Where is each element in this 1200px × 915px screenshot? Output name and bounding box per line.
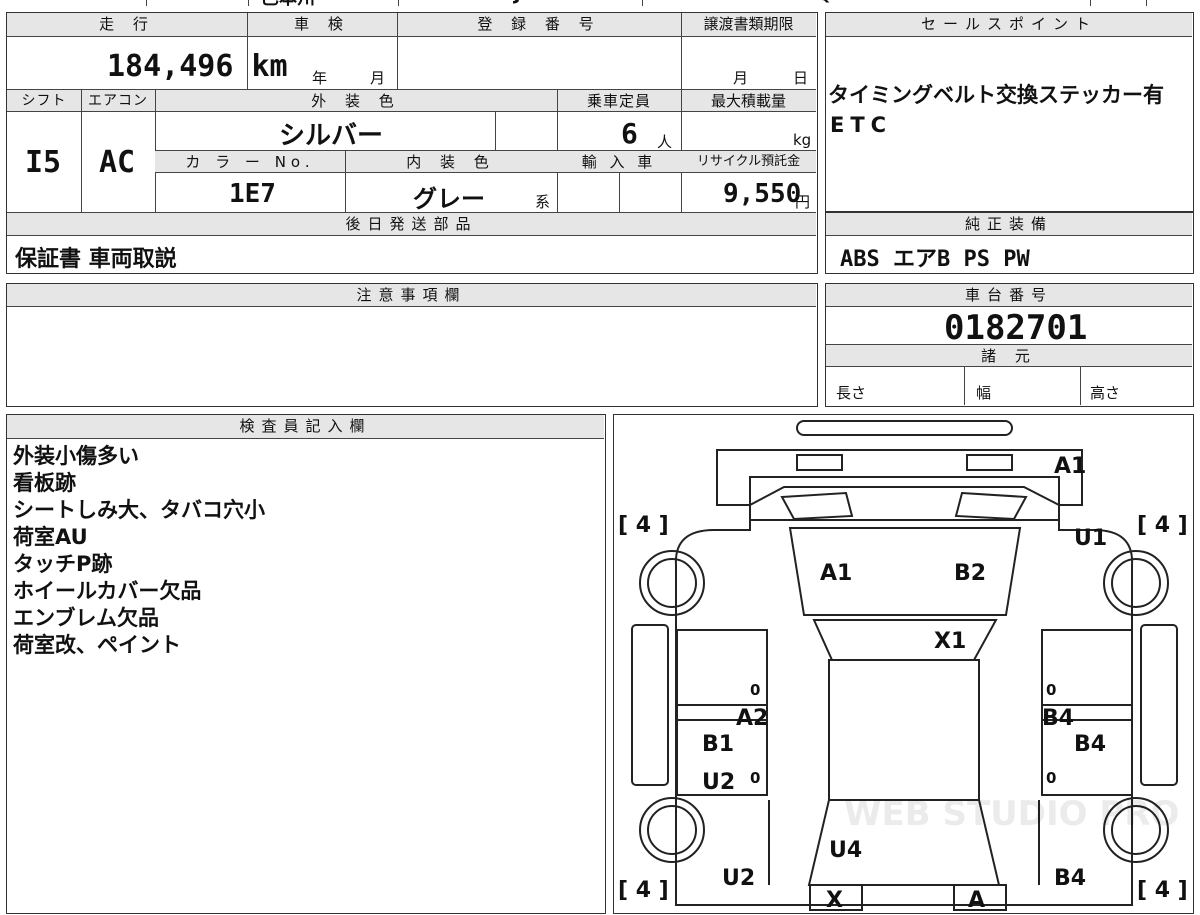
tire-mark: [ 4 ] [618, 513, 669, 538]
interior-color-suffix: 系 [535, 193, 551, 211]
color-no-value: 1E7 [229, 179, 276, 209]
damage-code: X [826, 888, 843, 913]
inspector-note: シートしみ大、タバコ穴小 [13, 498, 265, 522]
notice-header: 注意事項欄 [7, 284, 816, 307]
genuine-equipment-header: 純正装備 [826, 213, 1192, 236]
inspector-box: 検査員記入欄 外装小傷多い 看板跡 シートしみ大、タバコ穴小 荷室AU タッチP… [6, 414, 606, 914]
chassis-number: 0182701 [944, 308, 1088, 348]
recycle-header: リサイクル預託金 [681, 151, 816, 173]
mileage-header: 走 行 [7, 13, 247, 37]
ac-header: エアコン [81, 90, 155, 112]
registration-header: 登 録 番 号 [397, 13, 681, 37]
shift-value: I5 [25, 145, 62, 180]
deadline-month: 月 [733, 69, 749, 87]
spec-height-label: 高さ [1090, 384, 1121, 402]
damage-code: X1 [934, 629, 966, 654]
inspector-note: エンブレム欠品 [13, 606, 159, 630]
spec-width-label: 幅 [976, 384, 992, 402]
watermark: WEB STUDIO PRO [844, 794, 1179, 834]
sales-point-line: タイミングベルト交換ステッカー有 [828, 83, 1164, 107]
vehicle-diagram: [ 4 ] [ 4 ] [ 4 ] [ 4 ] A1 U1 A1 B2 X1 A… [618, 420, 1188, 913]
shaken-month: 月 [370, 69, 386, 87]
deadline-header: 譲渡書類期限 [681, 13, 816, 37]
damage-code: B1 [702, 732, 734, 757]
inspector-note: ホイールカバー欠品 [13, 579, 202, 603]
load-unit: kg [793, 131, 812, 149]
sales-points-box: セールスポイント タイミングベルト交換ステッカー有 ETC [825, 12, 1194, 212]
inspector-note: 外装小傷多い [13, 444, 139, 468]
inspector-note: 荷室AU [13, 525, 88, 549]
damage-code: A1 [820, 561, 852, 586]
damage-code: A2 [736, 706, 768, 731]
damage-code: B4 [1054, 866, 1086, 891]
top-fragment-2: J [514, 0, 521, 5]
zero-mark: 0 [750, 769, 760, 787]
recycle-value: 9,550 [723, 179, 802, 209]
inspector-header: 検査員記入欄 [7, 415, 604, 439]
damage-diagram-box: [ 4 ] [ 4 ] [ 4 ] [ 4 ] A1 U1 A1 B2 X1 A… [613, 414, 1194, 914]
load-header: 最大積載量 [681, 90, 816, 112]
top-fragment-1: 巴本州 [261, 0, 315, 10]
damage-code: B2 [954, 561, 986, 586]
shaken-year: 年 [312, 69, 328, 87]
exterior-color-header: 外 装 色 [155, 90, 557, 112]
sales-point-line: ETC [830, 113, 893, 137]
chassis-header: 車台番号 [826, 284, 1192, 307]
damage-code: B4 [1042, 706, 1074, 731]
damage-code: A [968, 888, 985, 913]
spec-length-label: 長さ [836, 384, 867, 402]
zero-mark: 0 [1046, 769, 1056, 787]
capacity-header: 乗車定員 [557, 90, 681, 112]
capacity-value: 6 [621, 117, 638, 150]
ac-value: AC [99, 145, 136, 180]
chassis-box: 車台番号 0182701 諸 元 長さ 幅 高さ [825, 283, 1194, 407]
damage-code: B4 [1074, 732, 1106, 757]
damage-code: U4 [829, 838, 862, 863]
shift-header: シフト [7, 90, 81, 112]
zero-mark: 0 [750, 681, 760, 699]
tire-mark: [ 4 ] [1137, 878, 1188, 903]
inspector-note: 看板跡 [13, 471, 76, 495]
exterior-color-value: シルバー [279, 121, 384, 151]
genuine-equipment-box: 純正装備 ABS エアB PS PW [825, 212, 1194, 274]
import-header: 輸 入 車 [557, 151, 681, 173]
tire-mark: [ 4 ] [618, 878, 669, 903]
damage-code: U1 [1074, 526, 1107, 551]
shaken-header: 車 検 [247, 13, 397, 37]
mileage-unit: km [251, 49, 288, 84]
capacity-unit: 人 [657, 133, 673, 151]
color-no-header: カ ラ ー No. [155, 151, 345, 173]
zero-mark: 0 [1046, 681, 1056, 699]
vehicle-info-table: 走 行 車 検 登 録 番 号 譲渡書類期限 184,496 km 年 月 月 … [6, 12, 818, 274]
notice-box: 注意事項欄 [6, 283, 818, 407]
mileage-value: 184,496 [107, 49, 234, 84]
genuine-equipment-value: ABS エアB PS PW [840, 247, 1030, 272]
inspector-note: 荷室改、ペイント [13, 633, 181, 657]
top-fragment-3: Q [816, 0, 831, 5]
damage-code: A1 [1054, 454, 1086, 479]
sales-points-header: セールスポイント [826, 13, 1192, 37]
tire-mark: [ 4 ] [1137, 513, 1188, 538]
recycle-unit: 円 [795, 193, 811, 211]
inspector-note: タッチP跡 [13, 552, 113, 576]
later-parts-value: 保証書 車両取説 [15, 247, 177, 272]
top-strip: 巴本州 J Q [6, 0, 1194, 9]
interior-color-value: グレー [413, 185, 485, 213]
interior-color-header: 内 装 色 [345, 151, 557, 173]
damage-code: U2 [722, 866, 755, 891]
later-parts-header: 後日発送部品 [7, 213, 816, 236]
deadline-day: 日 [793, 69, 809, 87]
specs-header: 諸 元 [826, 345, 1192, 367]
damage-code: U2 [702, 770, 735, 795]
